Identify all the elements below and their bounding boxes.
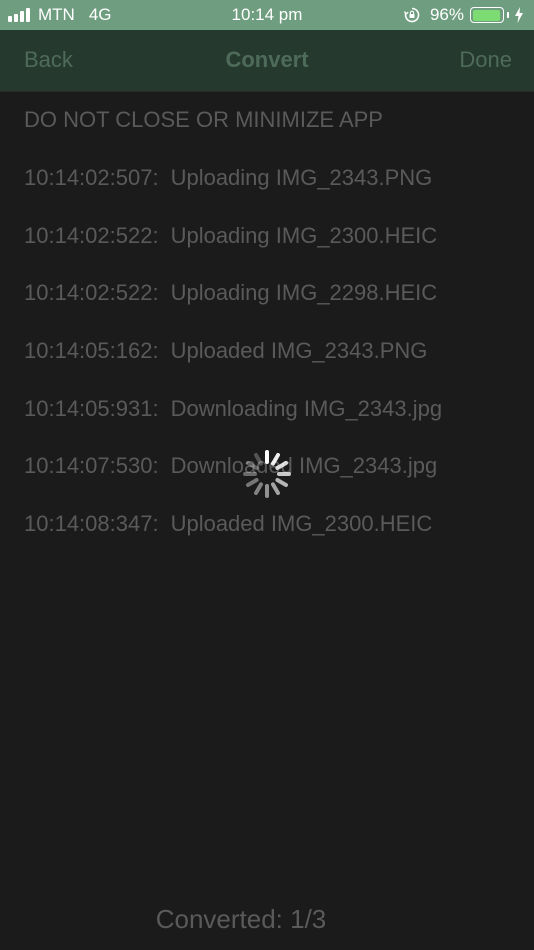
log-message: Uploading IMG_2300.HEIC — [170, 223, 438, 248]
navigation-bar: Back Convert Done — [0, 30, 534, 92]
log-message: Uploaded IMG_2343.PNG — [170, 338, 428, 363]
log-entry: 10:14:07:530: Downloaded IMG_2343.jpg — [24, 453, 437, 479]
log-message: Uploading IMG_2298.HEIC — [170, 280, 438, 305]
log-timestamp: 10:14:02:507: — [24, 165, 159, 190]
battery-nub — [507, 12, 509, 18]
log-message: Downloaded IMG_2343.jpg — [170, 453, 438, 478]
loading-spinner-icon — [243, 450, 291, 498]
status-bar: MTN 4G 10:14 pm 96% — [0, 0, 534, 30]
log-entry: 10:14:05:931: Downloading IMG_2343.jpg — [24, 396, 442, 422]
log-entry: 10:14:02:507: Uploading IMG_2343.PNG — [24, 165, 432, 191]
log-entry: 10:14:02:522: Uploading IMG_2300.HEIC — [24, 223, 437, 249]
log-entry: 10:14:08:347: Uploaded IMG_2300.HEIC — [24, 511, 432, 537]
log-timestamp: 10:14:02:522: — [24, 223, 159, 248]
status-bar-right: 96% — [403, 5, 524, 25]
log-timestamp: 10:14:02:522: — [24, 280, 159, 305]
log-timestamp: 10:14:07:530: — [24, 453, 159, 478]
log-entry: 10:14:05:162: Uploaded IMG_2343.PNG — [24, 338, 427, 364]
converted-count: Converted: 1/3 — [155, 904, 327, 934]
warning-message: DO NOT CLOSE OR MINIMIZE APP — [24, 107, 383, 132]
log-message: Downloading IMG_2343.jpg — [170, 396, 443, 421]
log-message: Uploading IMG_2343.PNG — [170, 165, 433, 190]
log-timestamp: 10:14:05:162: — [24, 338, 159, 363]
log-message: Uploaded IMG_2300.HEIC — [170, 511, 433, 536]
app-screen: MTN 4G 10:14 pm 96% Back Convert Done DO… — [0, 0, 534, 950]
orientation-lock-icon — [403, 7, 420, 23]
log-timestamp: 10:14:08:347: — [24, 511, 159, 536]
battery-fill — [472, 9, 501, 21]
battery-icon — [470, 7, 504, 23]
page-title: Convert — [225, 47, 309, 72]
done-button[interactable]: Done — [459, 47, 512, 73]
log-timestamp: 10:14:05:931: — [24, 396, 159, 421]
log-entry: 10:14:02:522: Uploading IMG_2298.HEIC — [24, 280, 437, 306]
battery-percent: 96% — [429, 5, 464, 24]
charging-bolt-icon — [515, 7, 523, 23]
